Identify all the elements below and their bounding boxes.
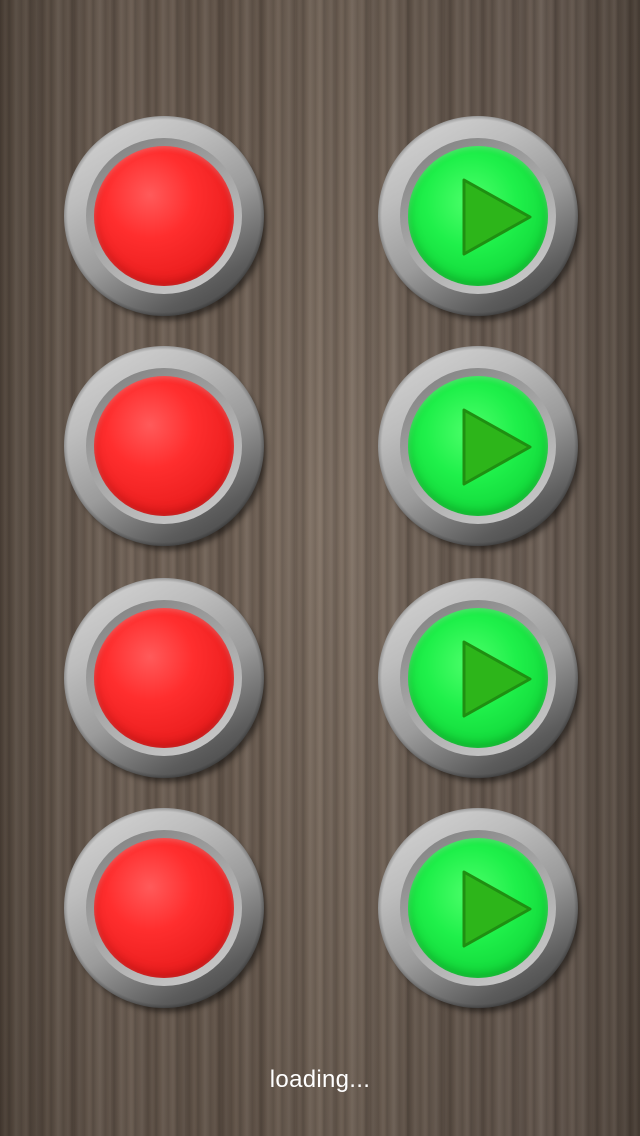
record-button-2[interactable] <box>64 346 266 550</box>
record-face <box>94 376 234 516</box>
record-button-3[interactable] <box>64 578 266 782</box>
record-button-4[interactable] <box>64 808 266 1012</box>
play-button-3[interactable] <box>378 578 580 782</box>
record-face <box>94 608 234 748</box>
play-face <box>408 146 548 286</box>
loading-status: loading... <box>269 1066 371 1093</box>
play-icon <box>462 870 532 948</box>
record-face <box>94 838 234 978</box>
play-face <box>408 608 548 748</box>
play-icon <box>462 408 532 486</box>
play-button-4[interactable] <box>378 808 580 1012</box>
play-face <box>408 838 548 978</box>
play-face <box>408 376 548 516</box>
play-button-1[interactable] <box>378 116 580 320</box>
record-button-1[interactable] <box>64 116 266 320</box>
record-face <box>94 146 234 286</box>
play-icon <box>462 178 532 256</box>
play-button-2[interactable] <box>378 346 580 550</box>
play-icon <box>462 640 532 718</box>
